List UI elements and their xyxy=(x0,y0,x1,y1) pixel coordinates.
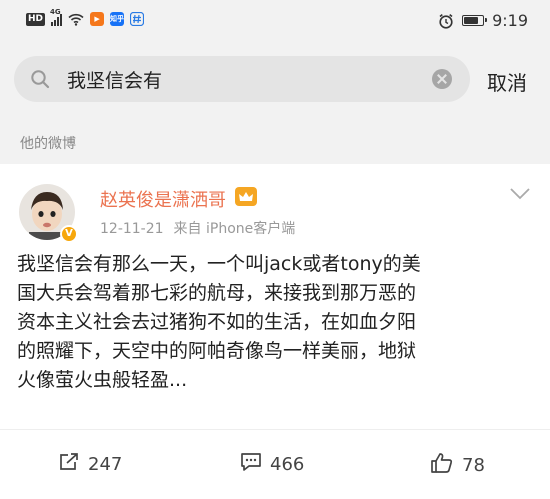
status-bar: HD 4G ▶ 知乎 9:19 xyxy=(0,0,550,44)
zhihu-app-icon: 知乎 xyxy=(110,12,125,26)
post-text-line: 资本主义社会去过猪狗不如的生活，在如血夕阳 xyxy=(17,311,417,333)
battery-icon xyxy=(462,15,488,26)
avatar[interactable]: V xyxy=(19,184,78,243)
signal-icon: 4G xyxy=(50,8,63,26)
clock-time: 9:19 xyxy=(492,11,528,30)
search-bar[interactable]: 我坚信会有 xyxy=(14,56,470,102)
divider xyxy=(0,429,550,430)
hd-badge: HD xyxy=(26,12,46,26)
comment-button[interactable]: 466 xyxy=(240,452,304,477)
weibo-post-card[interactable]: V 赵英俊是潇洒哥 12-11-21 来自 iPhone客户端 我坚信会有那么一天… xyxy=(0,164,550,499)
verify-badge: V xyxy=(60,225,78,243)
repost-icon xyxy=(58,452,80,477)
network-type: 4G xyxy=(50,8,61,16)
hash-icon xyxy=(130,12,145,26)
post-text-line: 火像萤火虫般轻盈... xyxy=(17,369,188,391)
vip-icon xyxy=(235,187,257,206)
status-left-icons: HD 4G ▶ 知乎 xyxy=(26,8,145,26)
post-meta: 12-11-21 来自 iPhone客户端 xyxy=(100,218,295,238)
section-label: 他的微博 xyxy=(20,136,76,152)
status-right-icons: 9:19 xyxy=(438,11,528,30)
wifi-icon xyxy=(68,13,84,26)
repost-button[interactable]: 247 xyxy=(58,452,122,477)
like-icon xyxy=(430,452,454,479)
like-button[interactable]: 78 xyxy=(430,452,485,479)
search-icon xyxy=(30,69,50,93)
comment-icon xyxy=(240,452,262,477)
post-source: 来自 iPhone客户端 xyxy=(173,221,296,237)
video-app-icon: ▶ xyxy=(90,12,105,26)
like-count: 78 xyxy=(462,455,485,476)
post-text[interactable]: 我坚信会有那么一天，一个叫jack或者tony的美 国大兵会驾着那七彩的航母，来… xyxy=(17,250,537,395)
username[interactable]: 赵英俊是潇洒哥 xyxy=(100,186,226,212)
post-text-line: 的照耀下，天空中的阿帕奇像鸟一样美丽，地狱 xyxy=(17,340,417,362)
post-text-line: 我坚信会有那么一天，一个叫jack或者tony的美 xyxy=(17,253,421,275)
chevron-down-icon[interactable] xyxy=(509,186,531,205)
repost-count: 247 xyxy=(88,454,123,475)
post-date: 12-11-21 xyxy=(100,221,164,237)
search-input[interactable]: 我坚信会有 xyxy=(67,66,162,93)
clear-icon[interactable] xyxy=(432,69,452,89)
cancel-button[interactable]: 取消 xyxy=(487,67,527,96)
post-text-line: 国大兵会驾着那七彩的航母，来接我到那万恶的 xyxy=(17,282,417,304)
alarm-clock-icon xyxy=(438,13,454,29)
comment-count: 466 xyxy=(270,454,305,475)
